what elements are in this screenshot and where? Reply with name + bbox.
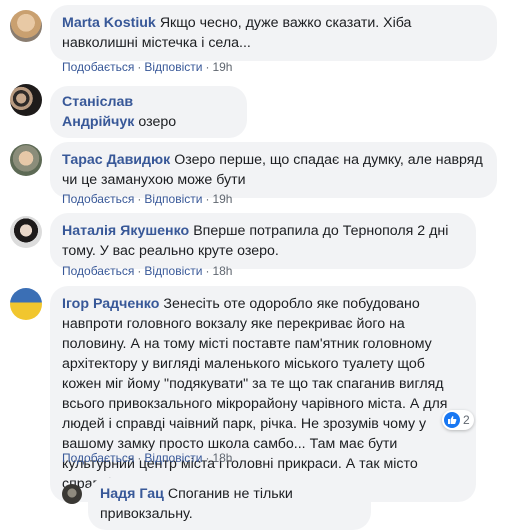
separator: · <box>205 451 210 465</box>
reply-link[interactable]: Відповісти <box>144 451 202 465</box>
comment-time[interactable]: 18h <box>212 451 232 465</box>
comment-time[interactable]: 18h <box>212 264 232 278</box>
reaction-count[interactable]: 2 <box>442 410 474 430</box>
comment-bubble: Marta Kostiuk Якщо чесно, дуже важко сказ… <box>50 5 497 61</box>
like-link[interactable]: Подобається <box>62 264 134 278</box>
avatar[interactable] <box>10 216 42 248</box>
comment-actions: Подобається · Відповісти · 19h <box>62 191 232 207</box>
comment-text: озеро <box>138 114 177 130</box>
comment-author[interactable]: Наталія Якушенко <box>62 223 189 239</box>
separator: · <box>205 60 210 74</box>
like-link[interactable]: Подобається <box>62 192 134 206</box>
avatar[interactable] <box>10 288 42 320</box>
comment-actions: Подобається · Відповісти · 18h <box>62 450 232 466</box>
separator: · <box>205 264 210 278</box>
comment-bubble: Станіслав Андрійчук озеро <box>50 86 247 138</box>
comment-bubble: Ігор Радченко Зенесіть оте одоробло яке п… <box>50 286 476 502</box>
comment-actions: Подобається · Відповісти · 18h <box>62 263 232 279</box>
reply-link[interactable]: Відповісти <box>144 192 202 206</box>
avatar[interactable] <box>10 144 42 176</box>
comment-bubble: Надя Гац Споганив не тільки привокзальну. <box>88 478 371 530</box>
avatar[interactable] <box>10 10 42 42</box>
comment-author[interactable]: Marta Kostiuk <box>62 15 156 31</box>
reaction-number: 2 <box>463 413 470 427</box>
comment-author[interactable]: Надя Гац <box>100 486 164 502</box>
comment-author[interactable]: Тарас Давидюк <box>62 152 170 168</box>
separator: · <box>137 264 142 278</box>
comment-time[interactable]: 19h <box>212 192 232 206</box>
thumbs-up-icon <box>444 412 460 428</box>
comment-time[interactable]: 19h <box>212 60 232 74</box>
separator: · <box>205 192 210 206</box>
reply-link[interactable]: Відповісти <box>144 264 202 278</box>
separator: · <box>137 451 142 465</box>
separator: · <box>137 192 142 206</box>
comment-author[interactable]: Ігор Радченко <box>62 296 159 312</box>
comment-author[interactable]: Станіслав Андрійчук <box>62 94 134 130</box>
comment-actions: Подобається · Відповісти · 19h <box>62 59 232 75</box>
comment-bubble: Наталія Якушенко Вперше потрапила до Терн… <box>50 213 476 269</box>
separator: · <box>137 60 142 74</box>
like-link[interactable]: Подобається <box>62 60 134 74</box>
comment-bubble: Тарас Давидюк Озеро перше, що спадає на д… <box>50 142 497 198</box>
avatar[interactable] <box>62 484 82 504</box>
reply-link[interactable]: Відповісти <box>144 60 202 74</box>
avatar[interactable] <box>10 84 42 116</box>
like-link[interactable]: Подобається <box>62 451 134 465</box>
